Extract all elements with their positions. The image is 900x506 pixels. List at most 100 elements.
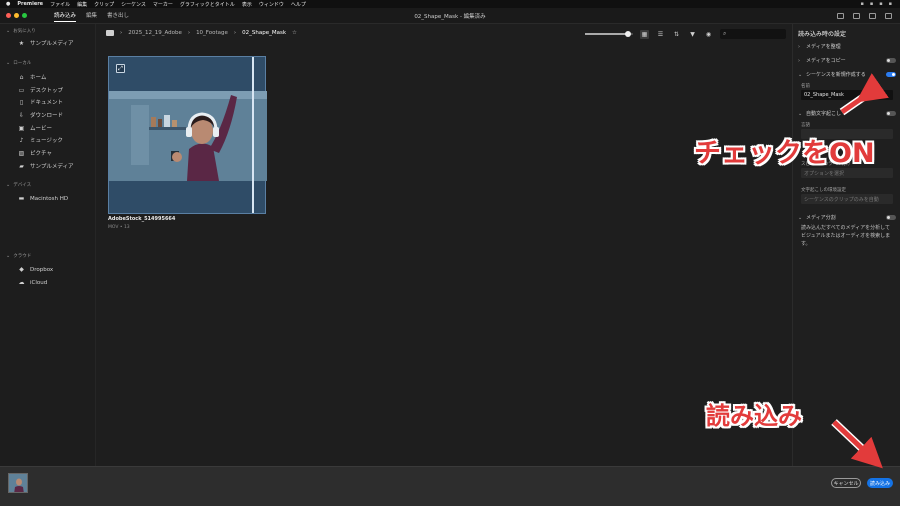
download-icon: ⇩ <box>18 111 25 119</box>
zoom-window-icon[interactable] <box>22 13 27 18</box>
search-icon: ⌕ <box>723 30 727 37</box>
app-menu[interactable]: Premiere <box>17 1 43 7</box>
fullscreen-icon[interactable] <box>885 12 892 19</box>
sidebar-item-desktop[interactable]: ▭ デスクトップ <box>18 86 63 95</box>
annotation-import: 読み込み <box>706 402 802 430</box>
section-favorites[interactable]: ⌄ お気に入り <box>0 28 42 34</box>
transcript-pref-select[interactable]: シーケンスのクリップのみを自動 <box>801 194 893 204</box>
new-sequence-toggle[interactable] <box>886 72 896 77</box>
eye-icon[interactable]: ◉ <box>704 30 713 39</box>
breadcrumb-current[interactable]: 02_Shape_Mask <box>242 30 286 36</box>
breadcrumb-item[interactable]: 10_Footage <box>196 30 228 36</box>
sidebar-item-dropbox[interactable]: ◆ Dropbox <box>18 266 53 273</box>
chevron-down-icon: ⌄ <box>6 28 11 34</box>
hover-scrub-playhead <box>252 57 254 213</box>
workspace-tabs: 読み込み 編集 書き出し <box>54 9 129 22</box>
breadcrumb-separator: › <box>187 30 191 36</box>
menu-help[interactable]: ヘルプ <box>291 1 306 8</box>
movie-icon: ▣ <box>18 124 25 132</box>
sidebar-item-macintosh-hd[interactable]: ▬ Macintosh HD <box>18 195 69 202</box>
document-icon: ▯ <box>19 98 24 106</box>
setting-new-sequence[interactable]: ⌄ シーケンスを新規作成する <box>798 71 896 78</box>
sidebar-item-movies[interactable]: ▣ ムービー <box>18 124 52 133</box>
sidebar-item-documents[interactable]: ▯ ドキュメント <box>18 98 63 107</box>
breadcrumb-item[interactable]: 2025_12_19_Adobe <box>128 30 182 36</box>
chevron-down-icon: ⌄ <box>798 110 803 117</box>
sidebar-item-home[interactable]: ⌂ ホーム <box>18 73 47 82</box>
sidebar-item-downloads[interactable]: ⇩ ダウンロード <box>18 111 63 120</box>
section-cloud[interactable]: ⌄ クラウド <box>0 253 37 259</box>
music-icon: ♪ <box>19 136 24 144</box>
menu-edit[interactable]: 編集 <box>77 1 87 8</box>
clip-type-icon: ⤢ <box>116 64 125 73</box>
clip-preview-image <box>109 91 267 181</box>
captions-toggle[interactable] <box>886 111 896 116</box>
close-window-icon[interactable] <box>6 13 11 18</box>
thumbnail-size-slider[interactable] <box>585 31 633 37</box>
status-icon: ▪ <box>888 1 892 7</box>
minimize-window-icon[interactable] <box>14 13 19 18</box>
slider-knob[interactable] <box>625 31 632 37</box>
section-devices[interactable]: ⌄ デバイス <box>0 182 37 188</box>
sidebar: ⌄ お気に入り ★ サンプルメディア ⌄ ローカル ⌂ ホーム ▭ デスクトップ ▯ ドキュ… <box>0 24 96 466</box>
clip-name: AdobeStock_514995664 <box>108 216 176 222</box>
sort-icon[interactable]: ⇅ <box>672 30 681 39</box>
setting-organize-media[interactable]: › メディアを整理 <box>798 43 896 51</box>
menu-view[interactable]: 表示 <box>242 1 252 8</box>
setting-copy-media[interactable]: › メディアをコピー <box>798 57 896 64</box>
tab-edit[interactable]: 編集 <box>86 9 97 22</box>
tab-import[interactable]: 読み込み <box>54 9 77 22</box>
sidebar-item-icloud[interactable]: ☁ iCloud <box>18 279 48 286</box>
section-local[interactable]: ⌄ ローカル <box>0 60 37 66</box>
sidebar-item-sample-media[interactable]: ★ サンプルメディア <box>18 39 74 48</box>
setting-auto-captions[interactable]: ⌄ 自動文字起こし <box>798 110 896 117</box>
chevron-down-icon: ⌄ <box>6 60 11 66</box>
breadcrumb-separator: › <box>120 30 123 36</box>
clip-thumbnail[interactable]: ⤢ <box>108 56 267 214</box>
menu-sequence[interactable]: シーケンス <box>121 1 146 8</box>
sequence-name-field[interactable]: 02_Shape_Mask <box>801 90 893 100</box>
chevron-down-icon: ⌄ <box>6 182 11 188</box>
folder-icon[interactable] <box>106 30 114 36</box>
menu-clip[interactable]: クリップ <box>94 1 114 8</box>
menu-marker[interactable]: マーカー <box>153 1 173 8</box>
list-view-icon[interactable]: ☰ <box>656 30 665 39</box>
menu-bar: ● Premiere ファイル 編集 クリップ シーケンス マーカー グラフィッ… <box>0 0 900 8</box>
dropbox-icon: ◆ <box>19 266 24 273</box>
name-label: 名前 <box>801 84 810 89</box>
apple-menu-icon[interactable]: ● <box>6 1 10 7</box>
import-button[interactable]: 読み込み <box>867 478 893 488</box>
share-icon[interactable] <box>853 12 860 19</box>
notification-icon[interactable] <box>869 12 876 19</box>
menu-graphics[interactable]: グラフィックとタイトル <box>180 1 235 8</box>
menu-window[interactable]: ウィンドウ <box>259 1 284 8</box>
cancel-button[interactable]: キャンセル <box>831 478 861 488</box>
sidebar-item-music[interactable]: ♪ ミュージック <box>18 136 63 145</box>
mini-preview <box>9 474 27 492</box>
breadcrumb-separator: › <box>233 30 237 36</box>
sidebar-item-pictures[interactable]: ▨ ピクチャ <box>18 149 52 158</box>
slider-fill <box>585 33 629 35</box>
folder-icon: ▰ <box>19 162 24 170</box>
media-browser: › 2025_12_19_Adobe › 10_Footage › 02_Sha… <box>96 24 792 466</box>
filter-icon[interactable]: ▼ <box>688 30 697 39</box>
selected-clip-thumbnail[interactable] <box>8 473 28 493</box>
search-input[interactable]: ⌕ <box>720 29 786 39</box>
media-split-toggle[interactable] <box>886 215 896 220</box>
setting-media-split[interactable]: ⌄ メディア分割 <box>798 214 896 221</box>
grid-view-icon[interactable]: ▦ <box>640 29 649 39</box>
cloud-icon: ☁ <box>18 279 25 286</box>
app-header: 読み込み 編集 書き出し 02_Shape_Mask - 編集済み <box>0 8 900 24</box>
layout-icon[interactable] <box>837 12 844 19</box>
copy-media-toggle[interactable] <box>886 58 896 63</box>
chevron-right-icon: › <box>798 43 800 50</box>
menu-file[interactable]: ファイル <box>50 1 70 8</box>
chevron-right-icon: › <box>798 57 800 64</box>
preview-illustration <box>109 91 267 181</box>
sidebar-item-sample-media-local[interactable]: ▰ サンプルメディア <box>18 162 73 171</box>
panel-title: 読み込み時の設定 <box>798 31 847 38</box>
tab-export[interactable]: 書き出し <box>107 9 129 22</box>
star-icon[interactable]: ☆ <box>292 30 297 36</box>
window-controls <box>0 13 54 18</box>
home-icon: ⌂ <box>19 73 24 81</box>
